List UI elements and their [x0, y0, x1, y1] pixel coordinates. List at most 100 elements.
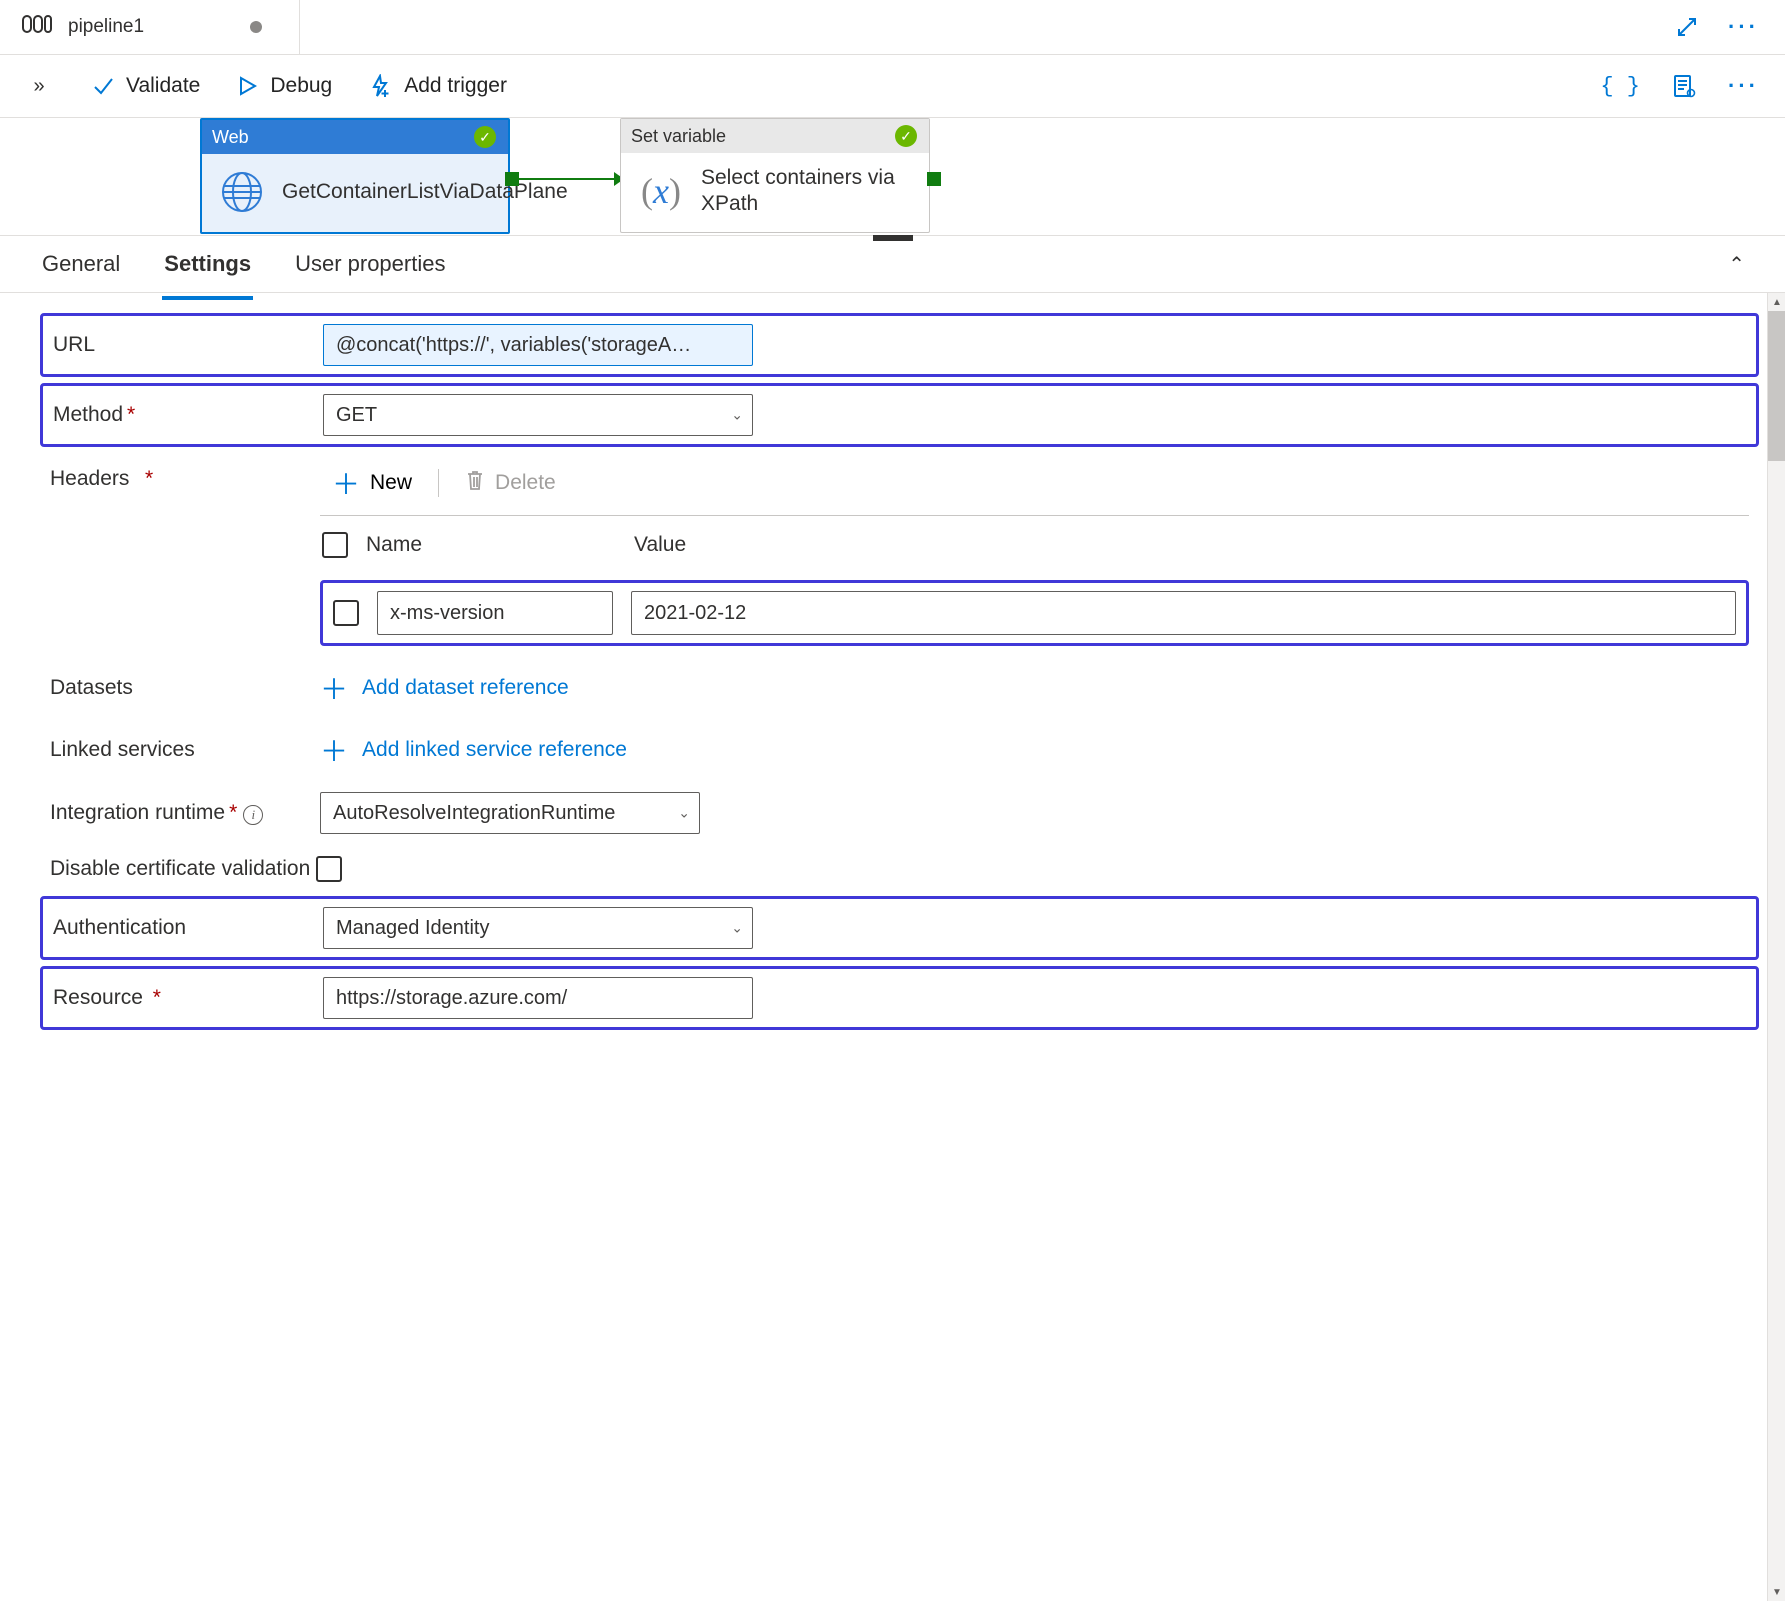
expand-icon	[1676, 16, 1698, 38]
add-dataset-button[interactable]: ＋ Add dataset reference	[320, 668, 569, 708]
activity-web-titlebar: Web ✓	[202, 120, 508, 154]
row-disable-cert: Disable certificate validation	[40, 848, 1759, 890]
integration-runtime-label: Integration runtime*i	[50, 801, 320, 825]
authentication-value[interactable]	[323, 907, 753, 949]
trigger-icon	[368, 74, 392, 98]
headers-delete-label: Delete	[495, 471, 556, 495]
pipeline-canvas[interactable]: Web ✓ GetContainerListViaDataPlane Set v…	[0, 118, 1785, 235]
integration-runtime-value[interactable]	[320, 792, 700, 834]
unsaved-indicator-icon	[250, 21, 262, 33]
headers-col-name: Name	[366, 533, 616, 557]
integration-runtime-select[interactable]: ⌄	[320, 792, 700, 834]
trash-icon	[465, 469, 485, 497]
method-value[interactable]	[323, 394, 753, 436]
disable-cert-label: Disable certificate validation	[50, 857, 310, 881]
row-url: URL	[40, 313, 1759, 377]
scroll-up-icon[interactable]: ▲	[1768, 293, 1785, 311]
disable-cert-checkbox[interactable]	[316, 856, 342, 882]
pipeline-toolbar: » Validate Debug Add trigger { } ···	[0, 55, 1785, 118]
braces-icon: { }	[1600, 74, 1640, 99]
panel-expand-handle[interactable]: »	[22, 75, 56, 98]
expand-window-button[interactable]	[1672, 12, 1702, 42]
authentication-select[interactable]: ⌄	[323, 907, 753, 949]
chevron-up-icon: ⌃	[1728, 254, 1745, 276]
vertical-scrollbar[interactable]: ▲ ▼	[1767, 293, 1785, 1601]
headers-new-label: New	[370, 471, 412, 495]
url-label: URL	[53, 333, 323, 357]
ellipsis-icon: ···	[1728, 73, 1759, 99]
plus-icon: ＋	[320, 668, 348, 708]
validate-label: Validate	[126, 74, 200, 98]
tab-user-properties[interactable]: User properties	[293, 241, 447, 287]
document-gear-icon	[1672, 74, 1696, 98]
toolbar-right: { } ···	[1596, 69, 1763, 103]
activity-web-name: GetContainerListViaDataPlane	[282, 179, 568, 205]
settings-form: URL Method* ⌄ Headers * ＋New Delete Name…	[0, 293, 1767, 1601]
add-trigger-button[interactable]: Add trigger	[368, 74, 507, 98]
panel-resize-handle[interactable]	[873, 235, 913, 241]
toolbar-more-button[interactable]: ···	[1724, 69, 1763, 103]
activity-type-label: Web	[212, 127, 249, 148]
header-row-checkbox[interactable]	[333, 600, 359, 626]
tab-general[interactable]: General	[40, 241, 122, 287]
debug-button[interactable]: Debug	[236, 74, 332, 98]
pipeline-tab[interactable]: pipeline1	[0, 0, 300, 54]
activity-web-body: GetContainerListViaDataPlane	[202, 154, 508, 232]
row-linked-services: Linked services ＋Add linked service refe…	[40, 722, 1759, 778]
row-method: Method* ⌄	[40, 383, 1759, 447]
headers-row	[320, 580, 1749, 646]
header-value-input[interactable]	[631, 591, 1736, 635]
add-trigger-label: Add trigger	[404, 74, 507, 98]
scroll-down-icon[interactable]: ▼	[1768, 1583, 1785, 1601]
activity-web[interactable]: Web ✓ GetContainerListViaDataPlane	[200, 118, 510, 234]
info-icon[interactable]: i	[243, 805, 263, 825]
tab-more-button[interactable]: ···	[1724, 10, 1763, 44]
separator-icon	[438, 469, 439, 497]
status-ok-icon: ✓	[474, 126, 496, 148]
play-outline-icon	[236, 75, 258, 97]
add-dataset-label: Add dataset reference	[362, 676, 569, 700]
validate-button[interactable]: Validate	[92, 74, 200, 98]
checkmark-icon	[92, 75, 114, 97]
activity-set-variable[interactable]: Set variable ✓ (x) Select containers via…	[620, 118, 930, 233]
activity-setvar-name: Select containers via XPath	[701, 165, 915, 218]
headers-toolbar: ＋ New Delete	[320, 461, 1749, 516]
header-name-input[interactable]	[377, 591, 613, 635]
debug-label: Debug	[270, 74, 332, 98]
activity-type-label: Set variable	[631, 126, 726, 147]
collapse-panel-button[interactable]: ⌃	[1728, 252, 1745, 277]
row-headers: Headers * ＋New Delete Name Value	[40, 453, 1759, 654]
pipeline-tab-label: pipeline1	[68, 16, 144, 38]
variable-icon: (x)	[635, 165, 687, 217]
connector-line-icon	[512, 178, 620, 180]
headers-col-value: Value	[634, 533, 686, 557]
scroll-thumb[interactable]	[1768, 311, 1785, 461]
add-linked-service-label: Add linked service reference	[362, 738, 627, 762]
pipeline-icon	[22, 12, 52, 43]
code-view-button[interactable]: { }	[1596, 70, 1644, 103]
row-authentication: Authentication ⌄	[40, 896, 1759, 960]
plus-icon: ＋	[320, 730, 348, 770]
tab-settings[interactable]: Settings	[162, 241, 253, 287]
headers-delete-button[interactable]: Delete	[453, 467, 568, 499]
method-label: Method*	[53, 403, 323, 427]
authentication-label: Authentication	[53, 916, 323, 940]
add-linked-service-button[interactable]: ＋ Add linked service reference	[320, 730, 627, 770]
activity-property-tabs: General Settings User properties ⌃	[0, 235, 1785, 293]
headers-table-head: Name Value	[320, 526, 1749, 564]
headers-select-all-checkbox[interactable]	[322, 532, 348, 558]
headers-new-button[interactable]: ＋ New	[320, 461, 424, 505]
row-datasets: Datasets ＋ Add dataset reference	[40, 660, 1759, 716]
tab-actions: ···	[1650, 0, 1785, 54]
resource-input[interactable]	[323, 977, 753, 1019]
activity-setvar-titlebar: Set variable ✓	[621, 119, 929, 153]
activity-setvar-body: (x) Select containers via XPath	[621, 153, 929, 232]
connector-output-icon[interactable]	[927, 172, 941, 186]
url-input[interactable]	[323, 324, 753, 366]
datasets-label: Datasets	[50, 676, 320, 700]
properties-button[interactable]	[1668, 70, 1700, 102]
method-select[interactable]: ⌄	[323, 394, 753, 436]
plus-icon: ＋	[332, 463, 360, 503]
status-ok-icon: ✓	[895, 125, 917, 147]
chevron-right-icon: »	[33, 75, 44, 98]
